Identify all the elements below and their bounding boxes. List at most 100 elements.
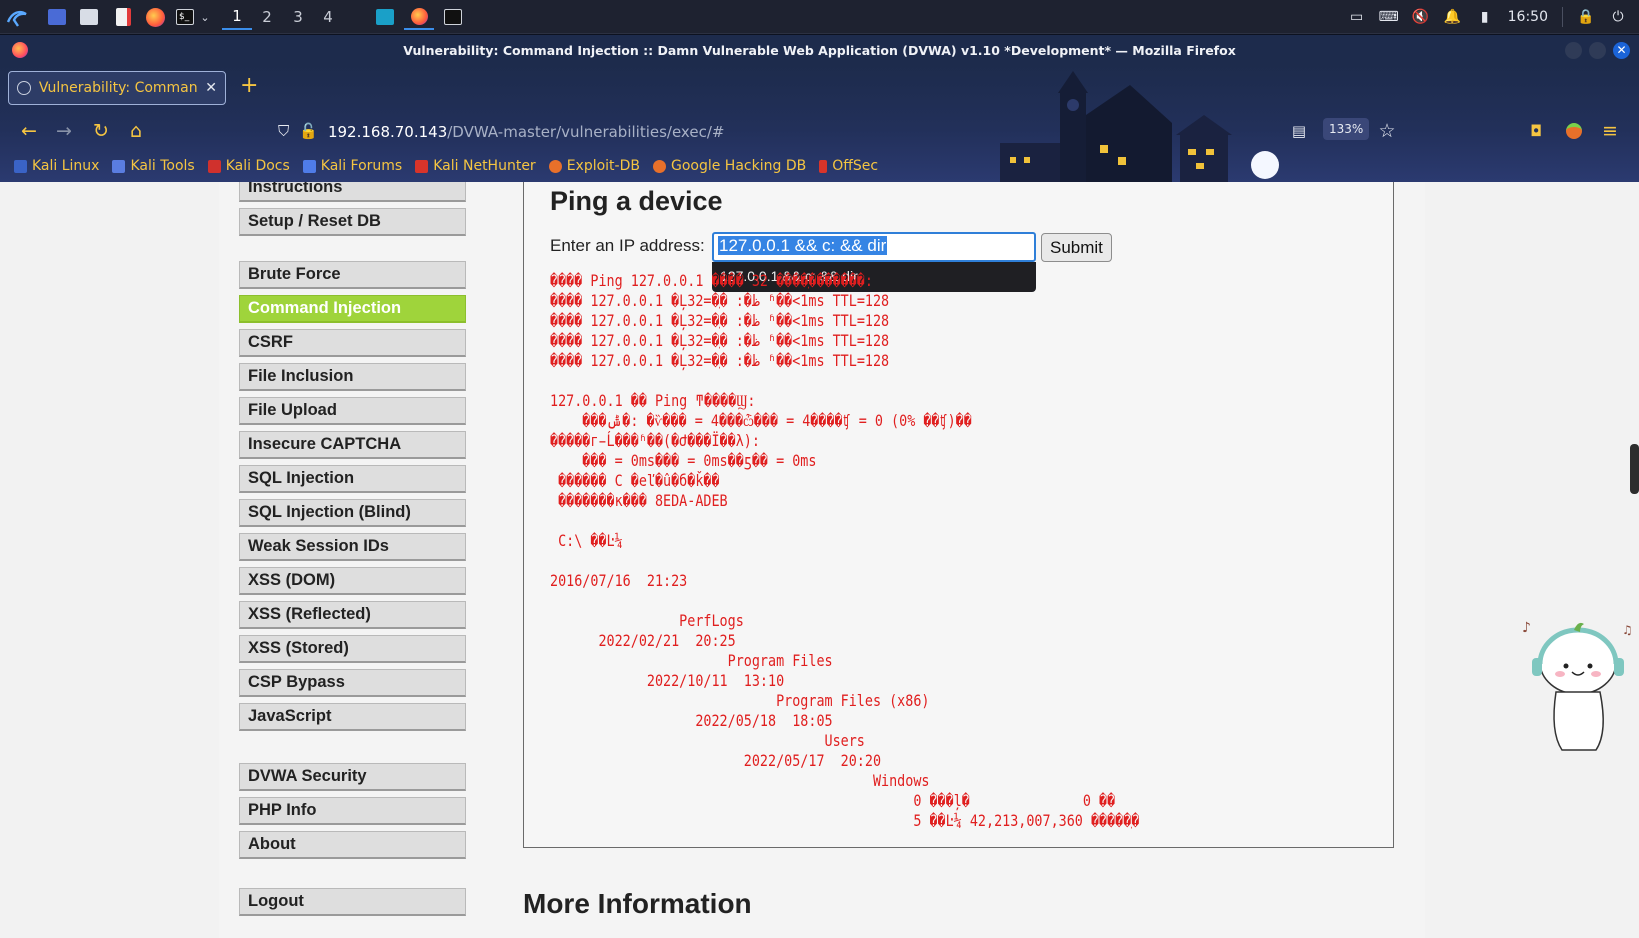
menu-logout[interactable]: Logout: [239, 888, 466, 916]
mute-icon[interactable]: 🔇: [1412, 9, 1430, 25]
clock[interactable]: 16:50: [1508, 9, 1548, 25]
bookmark-kali-linux[interactable]: Kali Linux: [14, 158, 99, 174]
more-information-heading: More Information: [523, 888, 752, 919]
browser-toolbar: Vulnerability: Command Injection ✕ + ← →…: [0, 65, 1639, 182]
bookmark-label: Kali Forums: [320, 158, 403, 174]
file-manager-icon[interactable]: [76, 4, 102, 30]
window-title: Vulnerability: Command Injection :: Damn…: [403, 42, 1236, 58]
keyboard-icon[interactable]: ⌨: [1379, 9, 1399, 25]
desktop-taskbar: $_ ⌄ 1 2 3 4 ▭ ⌨ 🔇 🔔 ▮ 16:50 🔒 ⏻: [0, 0, 1639, 34]
menu-dvwa-security[interactable]: DVWA Security: [239, 763, 466, 791]
tab-title: Vulnerability: Command Injection: [38, 80, 198, 96]
menu-about[interactable]: About: [239, 831, 466, 859]
reader-view-icon[interactable]: ▤: [1285, 117, 1313, 145]
workspace-1[interactable]: 1: [222, 4, 252, 30]
bookmark-kali-nethunter[interactable]: Kali NetHunter: [415, 158, 536, 174]
bookmark-label: Google Hacking DB: [670, 158, 807, 174]
firefox-task-icon[interactable]: [404, 4, 434, 30]
bookmark-label: Kali Docs: [225, 158, 290, 174]
tray-divider: [1562, 7, 1563, 27]
ip-address-label: Enter an IP address:: [550, 236, 705, 255]
ip-address-input[interactable]: 127.0.0.1 && c: && dir: [712, 232, 1036, 262]
menu-javascript[interactable]: JavaScript: [239, 703, 466, 731]
hamburger-menu-icon[interactable]: ≡: [1596, 117, 1624, 145]
ip-input-value: 127.0.0.1 && c: && dir: [718, 236, 888, 255]
bookmark-label: Kali Tools: [130, 158, 195, 174]
menu-csrf[interactable]: CSRF: [239, 329, 466, 357]
bookmark-star-icon[interactable]: ☆: [1373, 117, 1401, 145]
bell-icon[interactable]: 🔔: [1444, 9, 1462, 25]
show-desktop-icon[interactable]: [44, 4, 70, 30]
bookmark-kali-tools[interactable]: Kali Tools: [112, 158, 195, 174]
bookmark-label: OffSec: [832, 158, 879, 174]
battery-icon[interactable]: ▮: [1476, 9, 1494, 25]
page-title: Ping a device: [550, 186, 723, 216]
main-menu-group-2: Brute Force Command Injection CSRF File …: [239, 261, 466, 737]
menu-xss-stored[interactable]: XSS (Stored): [239, 635, 466, 663]
kali-menu-icon[interactable]: [4, 4, 30, 30]
close-window-button[interactable]: ✕: [1613, 42, 1630, 59]
menu-sql-injection[interactable]: SQL Injection: [239, 465, 466, 493]
bookmark-kali-docs[interactable]: Kali Docs: [207, 158, 290, 174]
forward-button[interactable]: →: [50, 117, 78, 145]
menu-command-injection[interactable]: Command Injection: [239, 295, 466, 323]
back-button[interactable]: ←: [15, 117, 43, 145]
lock-icon[interactable]: 🔒: [1577, 9, 1595, 25]
menu-setup-reset-db[interactable]: Setup / Reset DB: [239, 208, 466, 236]
menu-xss-dom[interactable]: XSS (DOM): [239, 567, 466, 595]
url-host: 192.168.70.143: [327, 122, 448, 141]
burp-task-icon[interactable]: [372, 4, 398, 30]
bookmark-offsec[interactable]: OffSec: [819, 158, 878, 174]
command-output: ���� Ping 127.0.0.1 ���� 32 ����ֽ�������…: [550, 272, 1140, 830]
menu-instructions[interactable]: Instructions: [239, 182, 466, 202]
menu-xss-reflected[interactable]: XSS (Reflected): [239, 601, 466, 629]
minimize-button[interactable]: [1565, 42, 1582, 59]
globe-icon: [17, 81, 31, 95]
text-editor-icon[interactable]: [110, 4, 136, 30]
svg-text:♫: ♫: [1622, 623, 1633, 637]
main-menu-group-1: Instructions Setup / Reset DB: [239, 182, 466, 242]
mascot-sticker-image: ♪ ♫: [1522, 620, 1633, 751]
address-bar[interactable]: ⛉ 🔓 192.168.70.143/DVWA-master/vulnerabi…: [270, 115, 960, 147]
menu-file-upload[interactable]: File Upload: [239, 397, 466, 425]
menu-weak-session-ids[interactable]: Weak Session IDs: [239, 533, 466, 561]
main-menu-group-4: Logout: [239, 888, 466, 922]
reload-button[interactable]: ↻: [87, 117, 115, 145]
shield-icon[interactable]: ⛉: [278, 122, 289, 140]
bookmark-exploit-db[interactable]: Exploit-DB: [548, 158, 640, 174]
system-tray: ▭ ⌨ 🔇 🔔 ▮ 16:50 🔒 ⏻: [1348, 0, 1639, 34]
firefox-launcher-icon[interactable]: [142, 4, 168, 30]
main-menu-group-3: DVWA Security PHP Info About: [239, 763, 466, 865]
burp-extension-icon[interactable]: [1560, 117, 1588, 145]
terminal-launcher-icon[interactable]: $_: [172, 4, 198, 30]
url-path: /DVWA-master/vulnerabilities/exec/#: [447, 122, 725, 141]
menu-brute-force[interactable]: Brute Force: [239, 261, 466, 289]
screen-icon[interactable]: ▭: [1348, 9, 1366, 25]
menu-csp-bypass[interactable]: CSP Bypass: [239, 669, 466, 697]
workspace-2[interactable]: 2: [252, 4, 282, 30]
pocket-icon[interactable]: ◘: [1522, 117, 1550, 145]
bookmark-label: Kali Linux: [32, 158, 100, 174]
lock-icon[interactable]: 🔓: [299, 122, 318, 140]
power-icon[interactable]: ⏻: [1609, 9, 1627, 25]
submit-button[interactable]: Submit: [1041, 233, 1112, 262]
home-button[interactable]: ⌂: [122, 117, 150, 145]
svg-text:♪: ♪: [1522, 620, 1531, 636]
chevron-down-icon[interactable]: ⌄: [198, 4, 212, 30]
workspace-4[interactable]: 4: [313, 4, 343, 30]
close-tab-icon[interactable]: ✕: [205, 80, 217, 96]
bookmark-kali-forums[interactable]: Kali Forums: [302, 158, 403, 174]
new-tab-button[interactable]: +: [240, 73, 258, 98]
menu-sql-injection-blind[interactable]: SQL Injection (Blind): [239, 499, 466, 527]
zoom-indicator[interactable]: 133%: [1323, 118, 1370, 140]
menu-insecure-captcha[interactable]: Insecure CAPTCHA: [239, 431, 466, 459]
tab-dvwa[interactable]: Vulnerability: Command Injection ✕: [8, 71, 226, 105]
menu-file-inclusion[interactable]: File Inclusion: [239, 363, 466, 391]
menu-php-info[interactable]: PHP Info: [239, 797, 466, 825]
bookmark-google-hacking-db[interactable]: Google Hacking DB: [652, 158, 807, 174]
terminal-task-icon[interactable]: [440, 4, 466, 30]
scrollbar-thumb[interactable]: [1630, 444, 1639, 494]
workspace-3[interactable]: 3: [283, 4, 313, 30]
page-viewport: Instructions Setup / Reset DB Brute Forc…: [0, 182, 1639, 938]
maximize-button[interactable]: [1589, 42, 1606, 59]
